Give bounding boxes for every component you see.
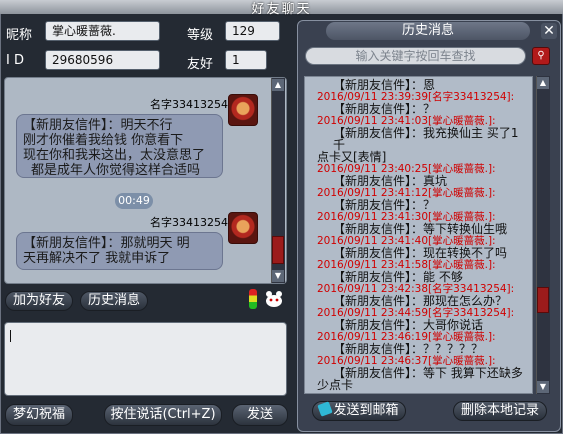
level-label: 等级 [187,28,214,43]
history-entry-continuation: 少点卡 [317,378,354,392]
text-caret [10,330,11,342]
id-field: 29680596 [45,50,160,70]
send-to-mail-button[interactable]: 发送到邮箱 [312,401,406,421]
history-entry: 【新朋友信件】：？？？？？ [317,343,528,355]
history-entry: 【新朋友信件】：？ [317,103,528,115]
scroll-thumb[interactable] [537,287,549,313]
history-entry: 【新朋友信件】：恩 [317,79,528,91]
id-label: I D [6,53,24,68]
message-line: 【新朋友信件】：明天不行 [23,118,173,133]
history-entry: 【新朋友信件】：那现在怎么办？ [317,295,528,307]
history-scrollbar[interactable] [536,76,550,394]
history-entry-text: 【新朋友信件】：能 不够 [333,270,463,284]
history-entry-text: 【新朋友信件】：那现在怎么办？ [333,294,508,308]
nickname-field: 掌心暖蔷薇. [45,21,160,41]
wish-button[interactable]: 梦幻祝福 [5,404,73,426]
history-entry-text: 【新朋友信件】：大哥你说话 [333,318,484,332]
time-divider: 00:49 [115,193,153,209]
history-entry: 【新朋友信件】：大哥你说话 [317,319,528,331]
window-title: 好友聊天 [251,2,312,17]
message-bubble: 【新朋友信件】：那就明天 明 天再解决不了 我就申诉了 [16,232,223,270]
avatar[interactable] [228,212,258,244]
scroll-down-icon[interactable]: ▼ [537,381,549,393]
avatar[interactable] [228,94,258,126]
scroll-up-icon[interactable]: ▲ [537,77,549,89]
message-sender: 名字33413254 [150,216,228,229]
message-line: 现在你和我来这出，太没意思了 [23,148,206,163]
history-entry: 【新朋友信件】：？ [317,199,528,211]
history-entry-text: 【新朋友信件】：？ [333,102,436,116]
history-search-input[interactable]: 输入关键字按回车查找 [305,47,526,65]
history-entry-text: 【新朋友信件】：真坑 [333,174,448,188]
send-button[interactable]: 发送 [232,404,288,426]
history-entry: 【新朋友信件】：能 不够 [317,271,528,283]
nickname-label: 昵称 [6,28,33,43]
history-list[interactable]: 【新朋友信件】：恩 2016/09/11 23:39:39[名字33413254]… [304,76,533,394]
search-icon[interactable]: ⚲ [532,47,550,65]
mail-icon [317,401,334,417]
history-entry-text: 【新朋友信件】：我充换仙主 买了1千 [333,126,519,152]
delete-local-records-button[interactable]: 删除本地记录 [453,401,547,421]
signal-icon [249,289,257,309]
add-friend-button[interactable]: 加为好友 [5,291,73,311]
history-entry-continuation: 点卡又[表情] [317,150,387,164]
message-line: 天再解决不了 我就申诉了 [23,251,171,266]
history-title: 历史消息 [326,22,530,40]
push-to-talk-button[interactable]: 按住说话(Ctrl+Z) [104,404,222,426]
history-entry: 【新朋友信件】：等下转换仙生哦 [317,223,528,235]
history-entry: 【新朋友信件】：等下 我算下还缺多 少点卡 [317,367,528,391]
history-entry-text: 【新朋友信件】：？？？？？ [333,342,484,356]
history-entry-text: 【新朋友信件】：现在转换不了吗 [333,246,508,260]
scroll-down-icon[interactable]: ▼ [272,270,284,282]
scroll-up-icon[interactable]: ▲ [272,79,284,91]
level-field: 129 [225,21,280,41]
friendship-label: 友好 [187,57,214,72]
history-button[interactable]: 历史消息 [80,291,148,311]
pet-icon[interactable] [264,290,284,308]
history-entry: 【新朋友信件】：真坑 [317,175,528,187]
history-entries: 【新朋友信件】：恩 2016/09/11 23:39:39[名字33413254]… [305,77,532,391]
message-bubble: 【新朋友信件】：明天不行 刚才你催着我给钱 你意看下 现在你和我来这出，太没意思… [16,114,223,178]
history-entry: 【新朋友信件】：我充换仙主 买了1千 点卡又[表情] [317,127,528,163]
history-entry-text: 【新朋友信件】：等下转换仙生哦 [333,222,508,236]
friendship-field: 1 [225,50,267,70]
history-entry-text: 【新朋友信件】：恩 [333,78,436,92]
message-line: 都是成年人你觉得这样合适吗 [31,163,201,178]
message-line: 【新朋友信件】：那就明天 明 [23,236,190,251]
scroll-thumb[interactable] [272,236,284,264]
history-entry: 【新朋友信件】：现在转换不了吗 [317,247,528,259]
message-line: 刚才你催着我给钱 你意看下 [23,133,184,148]
message-input[interactable] [4,322,287,396]
close-icon[interactable]: ✕ [541,23,557,39]
send-to-mail-label: 发送到邮箱 [333,403,399,418]
history-entry-text: 【新朋友信件】：？ [333,198,436,212]
message-sender: 名字33413254 [150,98,228,111]
